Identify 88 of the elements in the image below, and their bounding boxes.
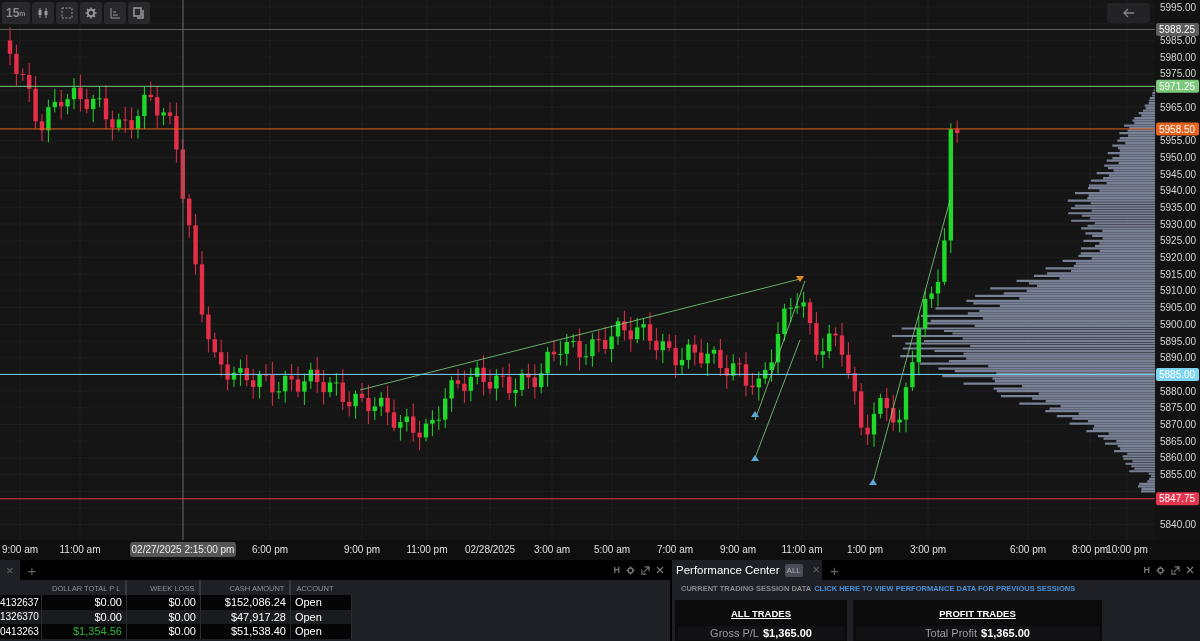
stat-label: Total Profit xyxy=(925,627,977,639)
price-axis-label: 5910.00 xyxy=(1160,285,1197,297)
crosshair-time-tag: 02/27/2025 2:15:00 pm xyxy=(130,542,236,557)
time-axis-label: 10:00 pm xyxy=(1106,544,1148,555)
price-axis-label: 5935.00 xyxy=(1160,201,1197,213)
close-tab-button[interactable]: × xyxy=(812,563,820,577)
price-axis-label: 5950.00 xyxy=(1160,151,1197,163)
select-button[interactable] xyxy=(55,2,78,24)
price-axis-label: 5870.00 xyxy=(1160,419,1197,430)
price-axis-label: 5855.00 xyxy=(1160,469,1197,481)
table-cell: Open xyxy=(290,595,352,610)
selection-icon xyxy=(60,7,73,19)
price-axis-label: 5975.00 xyxy=(1160,68,1197,80)
time-axis-label: 3:00 pm xyxy=(909,544,947,555)
time-axis-label: 9:00 am xyxy=(1,544,39,555)
price-axis-label: 5860.00 xyxy=(1160,452,1197,464)
time-axis-label: 6:00 pm xyxy=(1009,544,1047,555)
price-tag: 5847.75 xyxy=(1156,492,1199,506)
table-cell: $0.00 xyxy=(126,595,201,610)
price-axis-label: 5895.00 xyxy=(1160,335,1197,347)
popout-icon[interactable] xyxy=(641,565,650,575)
account-number-cell: 0413263 xyxy=(0,624,42,639)
hotkey-label[interactable]: H xyxy=(1143,565,1150,575)
timeframe-button[interactable]: 15$^{m}$ xyxy=(2,2,30,24)
price-axis-label: 5980.00 xyxy=(1160,51,1197,63)
panel-tab[interactable]: Performance Center ALL × xyxy=(672,560,822,580)
price-axis-label: 5875.00 xyxy=(1160,402,1197,414)
stat-value: $1,365.00 xyxy=(981,627,1030,639)
copy-icon xyxy=(132,7,145,19)
price-axis-label: 5905.00 xyxy=(1160,302,1197,314)
price-axis-label: 5965.00 xyxy=(1160,101,1197,113)
popout-icon[interactable] xyxy=(1171,565,1180,575)
copy-button[interactable] xyxy=(127,2,150,24)
price-axis-label: 5915.00 xyxy=(1160,268,1197,280)
price-axis-label: 5840.00 xyxy=(1160,519,1197,531)
back-button[interactable] xyxy=(1107,3,1150,23)
stat-value: $1,365.00 xyxy=(763,627,812,639)
price-axis-label: 5945.00 xyxy=(1160,168,1197,180)
price-axis-label: 5985.00 xyxy=(1160,34,1197,46)
settings-icon xyxy=(84,7,97,19)
axis-button[interactable] xyxy=(103,2,126,24)
close-icon[interactable] xyxy=(1186,566,1194,574)
price-axis-label: 5940.00 xyxy=(1160,185,1197,197)
time-axis-label: 9:00 pm xyxy=(343,544,381,555)
price-tag: 5988.25 xyxy=(1156,23,1199,37)
add-tab-button[interactable]: + xyxy=(830,561,839,579)
price-axis-label: 5995.00 xyxy=(1160,1,1197,13)
price-axis-label: 5890.00 xyxy=(1160,352,1197,364)
stat-label: Gross P/L xyxy=(710,627,759,639)
time-axis-label: 3:00 am xyxy=(533,544,571,555)
settings-icon[interactable] xyxy=(626,565,635,575)
tab-title: Performance Center xyxy=(676,564,780,576)
time-axis-label: 11:00 pm xyxy=(406,544,448,555)
card-title: PROFIT TRADES xyxy=(939,608,1016,620)
account-number-cell: 4132637 xyxy=(0,595,42,610)
chart-type-button[interactable] xyxy=(31,2,54,24)
price-axis-label: 5900.00 xyxy=(1160,318,1197,330)
settings-button[interactable] xyxy=(79,2,102,24)
price-axis-label: 5955.00 xyxy=(1160,135,1197,147)
time-axis-label: 02/28/2025 xyxy=(464,544,516,555)
axis-icon xyxy=(108,7,121,19)
hotkey-label[interactable]: H xyxy=(613,565,620,575)
time-axis-label: 7:00 am xyxy=(656,544,694,555)
table-cell: $0.00 xyxy=(41,595,127,610)
time-axis-label: 11:00 am xyxy=(781,544,823,555)
time-axis-label: 1:00 pm xyxy=(846,544,884,555)
price-axis-label: 5880.00 xyxy=(1160,385,1197,397)
price-axis-label: 5925.00 xyxy=(1160,235,1197,247)
time-axis-label: 9:00 am xyxy=(719,544,757,555)
price-tag: 5958.50 xyxy=(1156,122,1199,136)
filter-badge[interactable]: ALL xyxy=(784,563,803,577)
table-cell: $51,538.40 xyxy=(200,624,291,639)
table-cell: $1,354.56 xyxy=(41,624,127,639)
time-axis-label: 5:00 am xyxy=(593,544,631,555)
price-axis-label: 5920.00 xyxy=(1160,252,1197,263)
add-tab-button[interactable]: + xyxy=(27,561,37,579)
table-cell: $0.00 xyxy=(126,624,201,639)
time-axis-label: 6:00 pm xyxy=(251,544,289,555)
arrow-left-icon xyxy=(1122,8,1135,18)
card-title: ALL TRADES xyxy=(731,608,791,620)
close-icon[interactable] xyxy=(656,566,664,574)
table-cell: $152,086.24 xyxy=(200,595,291,610)
time-axis-label: 11:00 am xyxy=(59,544,101,555)
table-cell: Open xyxy=(290,624,352,639)
price-axis-label: 5930.00 xyxy=(1160,218,1197,230)
price-axis-label: 5865.00 xyxy=(1160,435,1197,447)
settings-icon[interactable] xyxy=(1156,565,1165,575)
candlestick-icon xyxy=(36,7,49,19)
